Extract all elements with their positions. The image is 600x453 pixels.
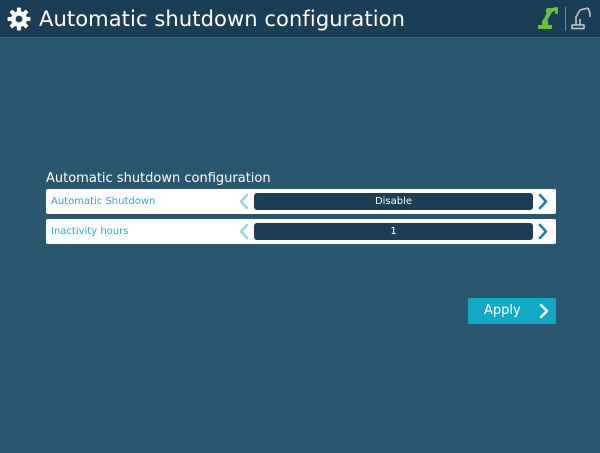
setting-label: Inactivity hours — [51, 226, 129, 237]
page-title: Automatic shutdown configuration — [39, 7, 406, 31]
apply-button[interactable]: Apply — [468, 298, 556, 324]
setting-row-automatic-shutdown: Automatic Shutdown Disable — [46, 189, 556, 214]
header-icons — [536, 5, 594, 33]
section-title: Automatic shutdown configuration — [46, 171, 271, 186]
chevron-left-icon[interactable] — [236, 192, 252, 211]
chevron-right-icon[interactable] — [535, 222, 551, 241]
header-separator — [565, 7, 566, 31]
header-bar: Automatic shutdown configuration — [0, 0, 600, 38]
setting-value: Disable — [254, 193, 533, 210]
setting-row-inactivity-hours: Inactivity hours 1 — [46, 219, 556, 244]
robot-arm-icon[interactable] — [536, 4, 560, 34]
setting-label: Automatic Shutdown — [51, 196, 156, 207]
chevron-right-icon[interactable] — [535, 192, 551, 211]
chevron-left-icon[interactable] — [236, 222, 252, 241]
apply-button-label: Apply — [484, 303, 521, 318]
robot-arm-icon[interactable] — [570, 4, 594, 34]
gear-icon[interactable] — [7, 7, 31, 31]
setting-value: 1 — [254, 223, 533, 240]
chevron-right-icon — [538, 303, 550, 319]
